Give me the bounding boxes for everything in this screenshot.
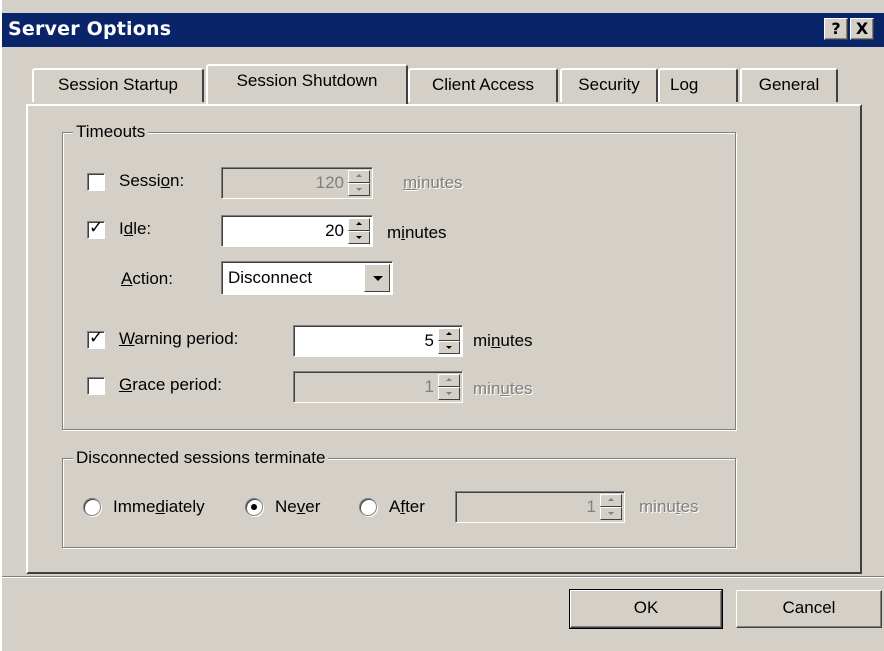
tab-security[interactable]: Security (560, 68, 658, 102)
never-label: Never (275, 497, 321, 516)
tab-session-startup[interactable]: Session Startup (32, 68, 204, 102)
session-label: Session: (119, 171, 185, 190)
warning-period-value: 5 (424, 331, 434, 350)
spin-up-icon[interactable] (600, 494, 622, 507)
after-unit: minutes (639, 497, 699, 516)
spin-down-icon[interactable] (600, 507, 622, 520)
idle-unit: minutes (387, 223, 447, 242)
after-radio[interactable] (359, 498, 377, 516)
grace-spinner[interactable] (438, 374, 460, 400)
warning-period-checkbox[interactable]: ✓ (87, 328, 105, 349)
immediately-label: Immediately (113, 497, 205, 516)
warning-period-label: Warning period: (119, 329, 239, 348)
spin-up-icon[interactable] (348, 218, 370, 231)
session-shutdown-panel: Timeouts Session: 120 minutes ✓ Idle: 20… (26, 104, 862, 574)
spin-up-icon[interactable] (348, 170, 370, 183)
tab-log[interactable]: Log (658, 68, 738, 102)
grace-period-checkbox[interactable] (87, 377, 105, 395)
warning-spinner[interactable] (438, 328, 460, 354)
close-button[interactable]: X (850, 18, 874, 40)
immediately-radio[interactable] (83, 498, 101, 516)
action-label: Action: (121, 269, 173, 288)
timeouts-group: Timeouts Session: 120 minutes ✓ Idle: 20… (62, 122, 736, 430)
session-minutes-value: 120 (315, 173, 344, 192)
cancel-button[interactable]: Cancel (736, 590, 882, 628)
warning-period-unit: minutes (473, 331, 533, 350)
ok-button[interactable]: OK (569, 589, 723, 629)
grace-period-unit: minutes (473, 379, 533, 398)
spin-up-icon[interactable] (438, 374, 460, 387)
timeouts-legend: Timeouts (73, 122, 149, 142)
session-unit: minutes (403, 173, 463, 192)
checkmark-icon: ✓ (89, 218, 104, 238)
action-value: Disconnect (228, 268, 313, 287)
action-select[interactable]: Disconnect (221, 261, 393, 295)
checkmark-icon: ✓ (89, 328, 104, 348)
disconnected-sessions-group: Disconnected sessions terminate Immediat… (62, 448, 736, 548)
after-minutes-value: 1 (586, 497, 596, 516)
spin-up-icon[interactable] (438, 328, 460, 341)
after-label: After (389, 497, 425, 516)
spin-down-icon[interactable] (438, 341, 460, 354)
session-checkbox[interactable] (87, 173, 105, 191)
idle-spinner[interactable] (348, 218, 370, 244)
tab-general[interactable]: General (740, 68, 838, 102)
session-spinner[interactable] (348, 170, 370, 196)
spin-down-icon[interactable] (348, 231, 370, 244)
after-spinner[interactable] (600, 494, 622, 520)
tab-session-shutdown[interactable]: Session Shutdown (206, 64, 408, 104)
grace-period-label: Grace period: (119, 375, 223, 394)
divider (2, 576, 884, 578)
spin-down-icon[interactable] (348, 183, 370, 196)
window-title: Server Options (8, 18, 172, 40)
after-minutes-stepper[interactable]: 1 (455, 491, 625, 523)
tab-client-access[interactable]: Client Access (408, 68, 558, 102)
radio-dot-icon (251, 504, 257, 510)
never-radio[interactable] (245, 498, 263, 516)
idle-minutes-stepper[interactable]: 20 (221, 215, 373, 247)
help-button[interactable]: ? (824, 18, 848, 40)
grace-period-value: 1 (424, 377, 434, 396)
idle-minutes-value: 20 (325, 221, 344, 240)
grace-period-stepper[interactable]: 1 (293, 371, 463, 403)
session-minutes-stepper[interactable]: 120 (221, 167, 373, 199)
idle-label: Idle: (119, 219, 152, 238)
idle-checkbox[interactable]: ✓ (87, 218, 105, 239)
title-bar[interactable]: Server Options ? X (2, 13, 884, 47)
spin-down-icon[interactable] (438, 387, 460, 400)
server-options-dialog: Server Options ? X Session Startup Sessi… (0, 0, 884, 651)
warning-period-stepper[interactable]: 5 (293, 325, 463, 357)
chevron-down-icon[interactable] (364, 264, 390, 292)
disconnected-legend: Disconnected sessions terminate (73, 448, 329, 468)
